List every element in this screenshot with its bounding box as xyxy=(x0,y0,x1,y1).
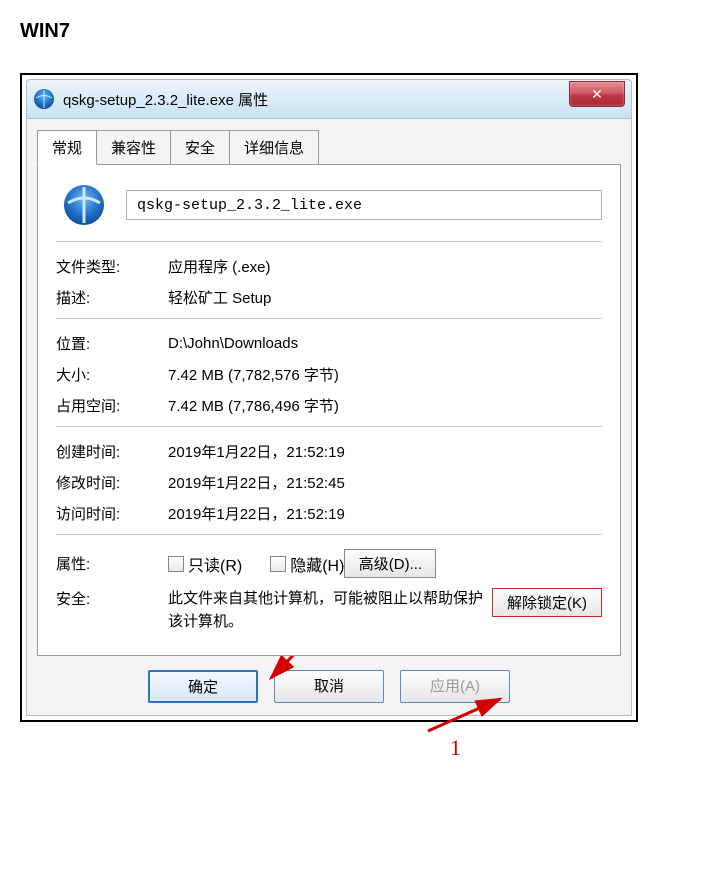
row-modified: 修改时间: 2019年1月22日，21:52:45 xyxy=(56,472,602,493)
tab-details[interactable]: 详细信息 xyxy=(229,130,319,165)
description-value: 轻松矿工 Setup xyxy=(168,287,602,308)
size-value: 7.42 MB (7,782,576 字节) xyxy=(168,364,602,385)
unblock-button[interactable]: 解除锁定(K) xyxy=(492,588,602,617)
attributes-group: 只读(R) 隐藏(H) xyxy=(168,552,344,576)
tab-general[interactable]: 常规 xyxy=(37,130,97,165)
size-label: 大小: xyxy=(56,364,168,385)
close-icon: ✕ xyxy=(591,86,603,103)
titlebar: qskg-setup_2.3.2_lite.exe 属性 ✕ xyxy=(26,79,632,119)
close-button[interactable]: ✕ xyxy=(569,81,625,107)
hidden-checkbox[interactable]: 隐藏(H) xyxy=(270,552,344,576)
row-attributes: 属性: 只读(R) 隐藏(H) 高级(D)... xyxy=(56,549,602,578)
row-security: 安全: 此文件来自其他计算机，可能被阻止以帮助保护该计算机。 解除锁定(K) xyxy=(56,588,602,633)
file-icon xyxy=(62,183,106,227)
app-icon xyxy=(33,88,55,110)
checkbox-icon xyxy=(270,556,286,572)
dialog-body: 常规 兼容性 安全 详细信息 xyxy=(26,119,632,716)
modified-label: 修改时间: xyxy=(56,472,168,493)
ok-button[interactable]: 确定 xyxy=(148,670,258,703)
tab-panel-general: 文件类型: 应用程序 (.exe) 描述: 轻松矿工 Setup 位置: D:\… xyxy=(37,164,621,656)
created-value: 2019年1月22日，21:52:19 xyxy=(168,441,602,462)
row-accessed: 访问时间: 2019年1月22日，21:52:19 xyxy=(56,503,602,524)
row-created: 创建时间: 2019年1月22日，21:52:19 xyxy=(56,441,602,462)
location-value: D:\John\Downloads xyxy=(168,335,602,352)
dialog-buttons: 确定 取消 应用(A) xyxy=(37,670,621,703)
attributes-label: 属性: xyxy=(56,553,168,574)
security-label: 安全: xyxy=(56,588,168,609)
description-label: 描述: xyxy=(56,287,168,308)
row-description: 描述: 轻松矿工 Setup xyxy=(56,287,602,308)
filetype-value: 应用程序 (.exe) xyxy=(168,256,602,277)
cancel-button[interactable]: 取消 xyxy=(274,670,384,703)
row-size: 大小: 7.42 MB (7,782,576 字节) xyxy=(56,364,602,385)
tab-strip: 常规 兼容性 安全 详细信息 xyxy=(37,130,621,165)
location-label: 位置: xyxy=(56,333,168,354)
apply-button[interactable]: 应用(A) xyxy=(400,670,510,703)
hidden-label: 隐藏(H) xyxy=(290,552,344,576)
filetype-label: 文件类型: xyxy=(56,256,168,277)
modified-value: 2019年1月22日，21:52:45 xyxy=(168,472,602,493)
separator xyxy=(56,426,602,427)
advanced-button[interactable]: 高级(D)... xyxy=(344,549,436,578)
readonly-checkbox[interactable]: 只读(R) xyxy=(168,552,242,576)
page-heading: WIN7 xyxy=(20,20,682,43)
filename-input[interactable] xyxy=(126,190,602,220)
tab-security[interactable]: 安全 xyxy=(170,130,230,165)
accessed-label: 访问时间: xyxy=(56,503,168,524)
separator xyxy=(56,318,602,319)
accessed-value: 2019年1月22日，21:52:19 xyxy=(168,503,602,524)
screenshot-frame: qskg-setup_2.3.2_lite.exe 属性 ✕ 常规 兼容性 安全… xyxy=(20,73,638,722)
security-text: 此文件来自其他计算机，可能被阻止以帮助保护该计算机。 xyxy=(168,588,492,633)
separator xyxy=(56,534,602,535)
separator xyxy=(56,241,602,242)
row-sizeondisk: 占用空间: 7.42 MB (7,786,496 字节) xyxy=(56,395,602,416)
annotation-number-1: 1 xyxy=(450,735,461,761)
sizeondisk-label: 占用空间: xyxy=(56,395,168,416)
filename-row xyxy=(56,183,602,227)
row-filetype: 文件类型: 应用程序 (.exe) xyxy=(56,256,602,277)
tab-compatibility[interactable]: 兼容性 xyxy=(96,130,171,165)
sizeondisk-value: 7.42 MB (7,786,496 字节) xyxy=(168,395,602,416)
created-label: 创建时间: xyxy=(56,441,168,462)
window-title: qskg-setup_2.3.2_lite.exe 属性 xyxy=(63,89,268,110)
checkbox-icon xyxy=(168,556,184,572)
row-location: 位置: D:\John\Downloads xyxy=(56,333,602,354)
readonly-label: 只读(R) xyxy=(188,552,242,576)
